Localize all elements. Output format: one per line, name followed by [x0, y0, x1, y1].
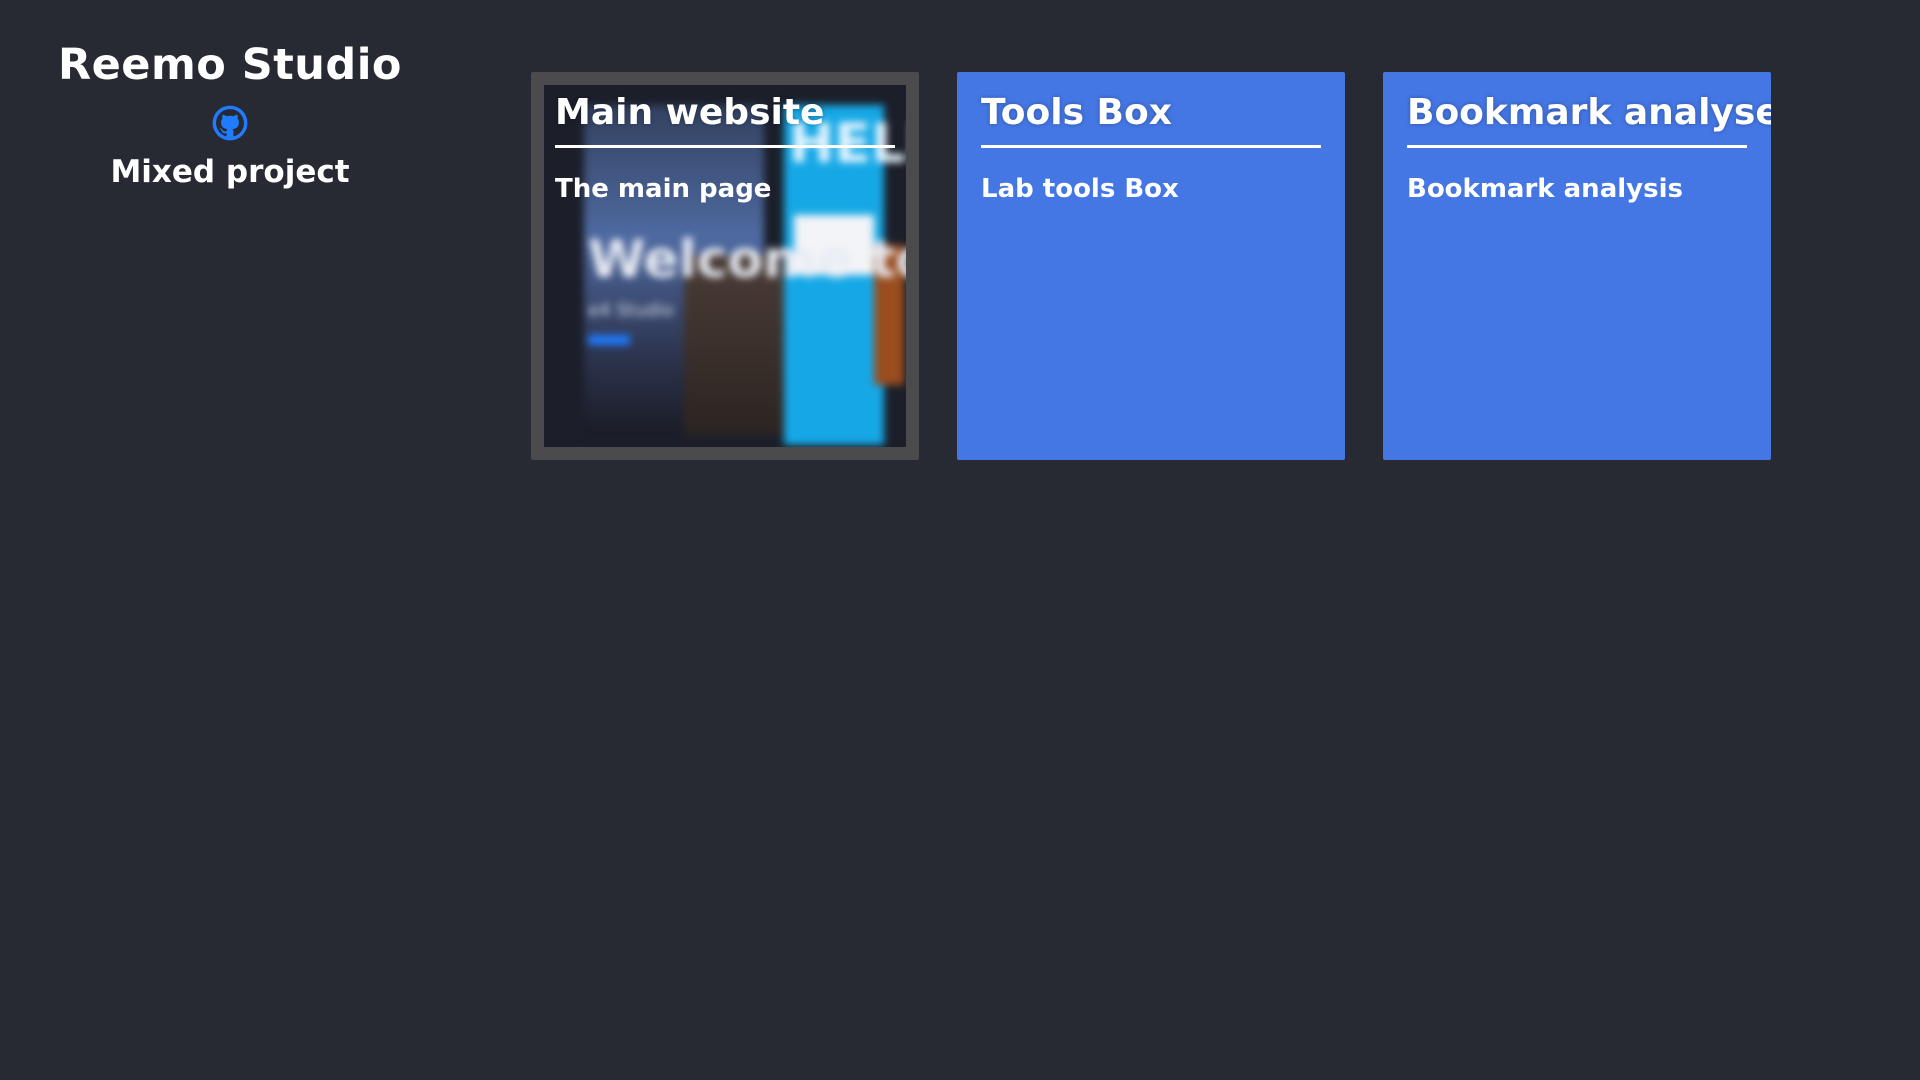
github-icon — [212, 105, 248, 141]
site-subtitle: Mixed project — [110, 154, 350, 190]
card-main-website[interactable]: HELLO Welcome to e4 Studio Main website … — [531, 72, 919, 460]
card-title: Main website — [555, 92, 895, 148]
project-cards: HELLO Welcome to e4 Studio Main website … — [531, 72, 1771, 460]
card-description: Lab tools Box — [981, 174, 1179, 204]
card-bookmark-analyser[interactable]: Bookmark analyser Bookmark analysis — [1383, 72, 1771, 460]
preview-sub-text: e4 Studio — [588, 300, 674, 321]
card-title: Bookmark analyser — [1407, 92, 1771, 148]
sidebar: Reemo Studio Mixed project — [0, 0, 460, 190]
preview-button — [588, 335, 630, 345]
card-description: Bookmark analysis — [1407, 174, 1683, 204]
github-link[interactable] — [211, 104, 249, 142]
site-title: Reemo Studio — [58, 40, 402, 90]
card-description: The main page — [555, 174, 772, 204]
card-tools-box[interactable]: Tools Box Lab tools Box — [957, 72, 1345, 460]
preview-welcome-text: Welcome to — [588, 230, 906, 290]
card-title: Tools Box — [981, 92, 1321, 148]
